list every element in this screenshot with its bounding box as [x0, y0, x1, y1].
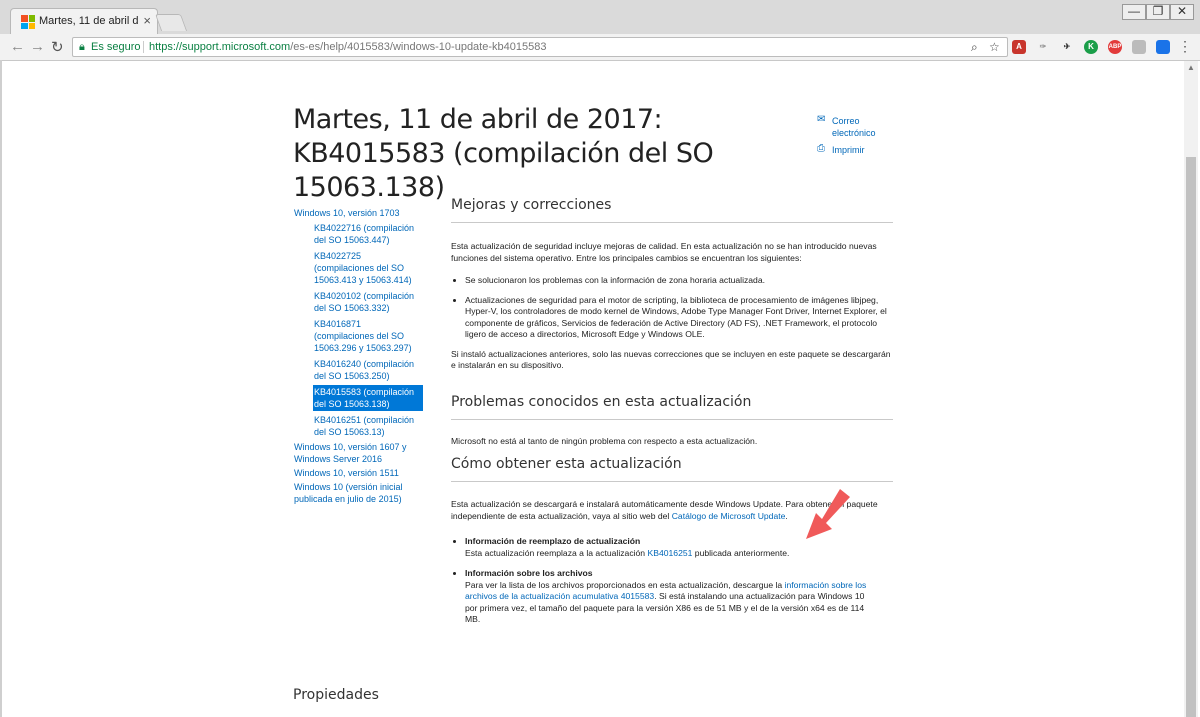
maximize-button[interactable]: ❐: [1146, 4, 1170, 20]
lock-icon: 🔒︎: [79, 41, 85, 53]
sidebar-item-10[interactable]: Windows 10 (versión inicial publicada en…: [294, 481, 429, 505]
kb4016251-link[interactable]: KB4016251: [647, 548, 692, 558]
section-heading-improvements: Mejoras y correcciones: [451, 196, 893, 223]
url-host: https://support.microsoft.com: [149, 41, 291, 53]
update-info-list: Información de reemplazo de actualizació…: [451, 536, 893, 626]
adblock-icon[interactable]: ABP: [1108, 40, 1122, 54]
url-path: /es-es/help/4015583/windows-10-update-kb…: [290, 41, 547, 53]
sidebar-item-1[interactable]: KB4022716 (compilación del SO 15063.447): [313, 221, 423, 247]
section-heading-get-update: Cómo obtener esta actualización: [451, 455, 893, 482]
files-info-text: Para ver la lista de los archivos propor…: [465, 580, 873, 626]
browser-menu-icon[interactable]: ⋮: [1178, 38, 1192, 55]
replacement-text-start: Esta actualización reemplaza a la actual…: [465, 547, 648, 558]
improvements-intro: Esta actualización de seguridad incluye …: [451, 241, 877, 263]
known-issues-text: Microsoft no está al tanto de ningún pro…: [451, 435, 758, 446]
reload-icon[interactable]: ↻: [51, 38, 64, 56]
extension-blue-icon[interactable]: [1156, 40, 1170, 54]
tab-title: Martes, 11 de abril de 20: [39, 15, 139, 27]
sidebar-item-7[interactable]: KB4016251 (compilación del SO 15063.13): [313, 413, 423, 439]
microsoft-logo-icon: [21, 15, 35, 29]
sidebar-item-8[interactable]: Windows 10, versión 1607 y Windows Serve…: [294, 441, 429, 465]
section-heading-known-issues: Problemas conocidos en esta actualizació…: [451, 393, 893, 420]
page-scrollbar[interactable]: ▲: [1184, 61, 1198, 717]
close-window-button[interactable]: ✕: [1170, 4, 1194, 20]
address-divider: [143, 41, 144, 53]
replacement-info-text: Esta actualización reemplaza a la actual…: [465, 548, 893, 560]
tab-close-icon[interactable]: ×: [143, 13, 151, 28]
minimize-button[interactable]: —: [1122, 4, 1146, 20]
files-info-title: Información sobre los archivos: [465, 568, 593, 578]
browser-tab[interactable]: Martes, 11 de abril de 20 ×: [10, 8, 158, 35]
bookmark-star-icon[interactable]: ☆: [989, 38, 1000, 56]
scrollbar-thumb[interactable]: [1186, 157, 1196, 717]
sidebar-item-3[interactable]: KB4020102 (compilación del SO 15063.332): [313, 289, 423, 315]
scroll-up-icon[interactable]: ▲: [1187, 63, 1195, 72]
secure-label: Es seguro: [91, 41, 141, 53]
page-title: Martes, 11 de abril de 2017: KB4015583 (…: [293, 104, 714, 203]
files-text-start: Para ver la lista de los archivos propor…: [465, 579, 785, 590]
extension-leaf-icon[interactable]: ✑: [1036, 40, 1050, 54]
annotation-arrow-icon: [806, 489, 850, 539]
sidebar-item-0[interactable]: Windows 10, versión 1703: [294, 207, 429, 219]
forward-arrow-icon[interactable]: →: [30, 38, 45, 55]
improvements-list: Se solucionaron los problemas con la inf…: [451, 275, 893, 341]
new-tab-button[interactable]: [154, 14, 188, 31]
sidebar-item-2[interactable]: KB4022725 (compilaciones del SO 15063.41…: [313, 249, 423, 287]
extension-k-icon[interactable]: K: [1084, 40, 1098, 54]
print-link[interactable]: Imprimir: [832, 144, 865, 156]
printer-icon[interactable]: ⎙: [817, 143, 825, 154]
sidebar-item-9[interactable]: Windows 10, versión 1511: [294, 467, 429, 479]
sidebar-item-6[interactable]: KB4015583 (compilación del SO 15063.138): [313, 385, 423, 411]
address-bar[interactable]: 🔒︎ Es seguro https://support.microsoft.c…: [72, 37, 1008, 57]
improvements-note: Si instaló actualizaciones anteriores, s…: [451, 348, 891, 371]
sidebar-nav: Windows 10, versión 1703 KB4022716 (compi…: [294, 207, 429, 507]
browser-titlebar: Martes, 11 de abril de 20 × — ❐ ✕: [0, 0, 1200, 35]
get-update-text-end: .: [785, 510, 788, 521]
window-frame: [0, 60, 2, 717]
back-arrow-icon[interactable]: ←: [10, 38, 25, 55]
catalog-link[interactable]: Catálogo de Microsoft Update: [672, 511, 786, 521]
sidebar-item-4[interactable]: KB4016871 (compilaciones del SO 15063.29…: [313, 317, 423, 355]
list-item: Información sobre los archivos Para ver …: [465, 568, 893, 626]
zoom-search-icon[interactable]: ⌕: [971, 38, 978, 56]
browser-toolbar: ← → ↻ 🔒︎ Es seguro https://support.micro…: [0, 34, 1200, 61]
list-item: Se solucionaron los problemas con la inf…: [465, 275, 893, 287]
extension-copy-icon[interactable]: [1132, 40, 1146, 54]
section-heading-properties: Propiedades: [293, 687, 379, 703]
adobe-pdf-icon[interactable]: A: [1012, 40, 1026, 54]
share-email-link[interactable]: Correo electrónico: [832, 115, 892, 139]
list-item: Actualizaciones de seguridad para el mot…: [465, 295, 893, 341]
article-body: Mejoras y correcciones Esta actualizació…: [451, 196, 893, 626]
url-text: https://support.microsoft.com/es-es/help…: [149, 38, 546, 56]
sidebar-item-5[interactable]: KB4016240 (compilación del SO 15063.250): [313, 357, 423, 383]
extension-bird-icon[interactable]: ✈: [1060, 40, 1074, 54]
mail-icon[interactable]: ✉: [817, 114, 825, 125]
replacement-text-end: publicada anteriormente.: [692, 547, 790, 558]
